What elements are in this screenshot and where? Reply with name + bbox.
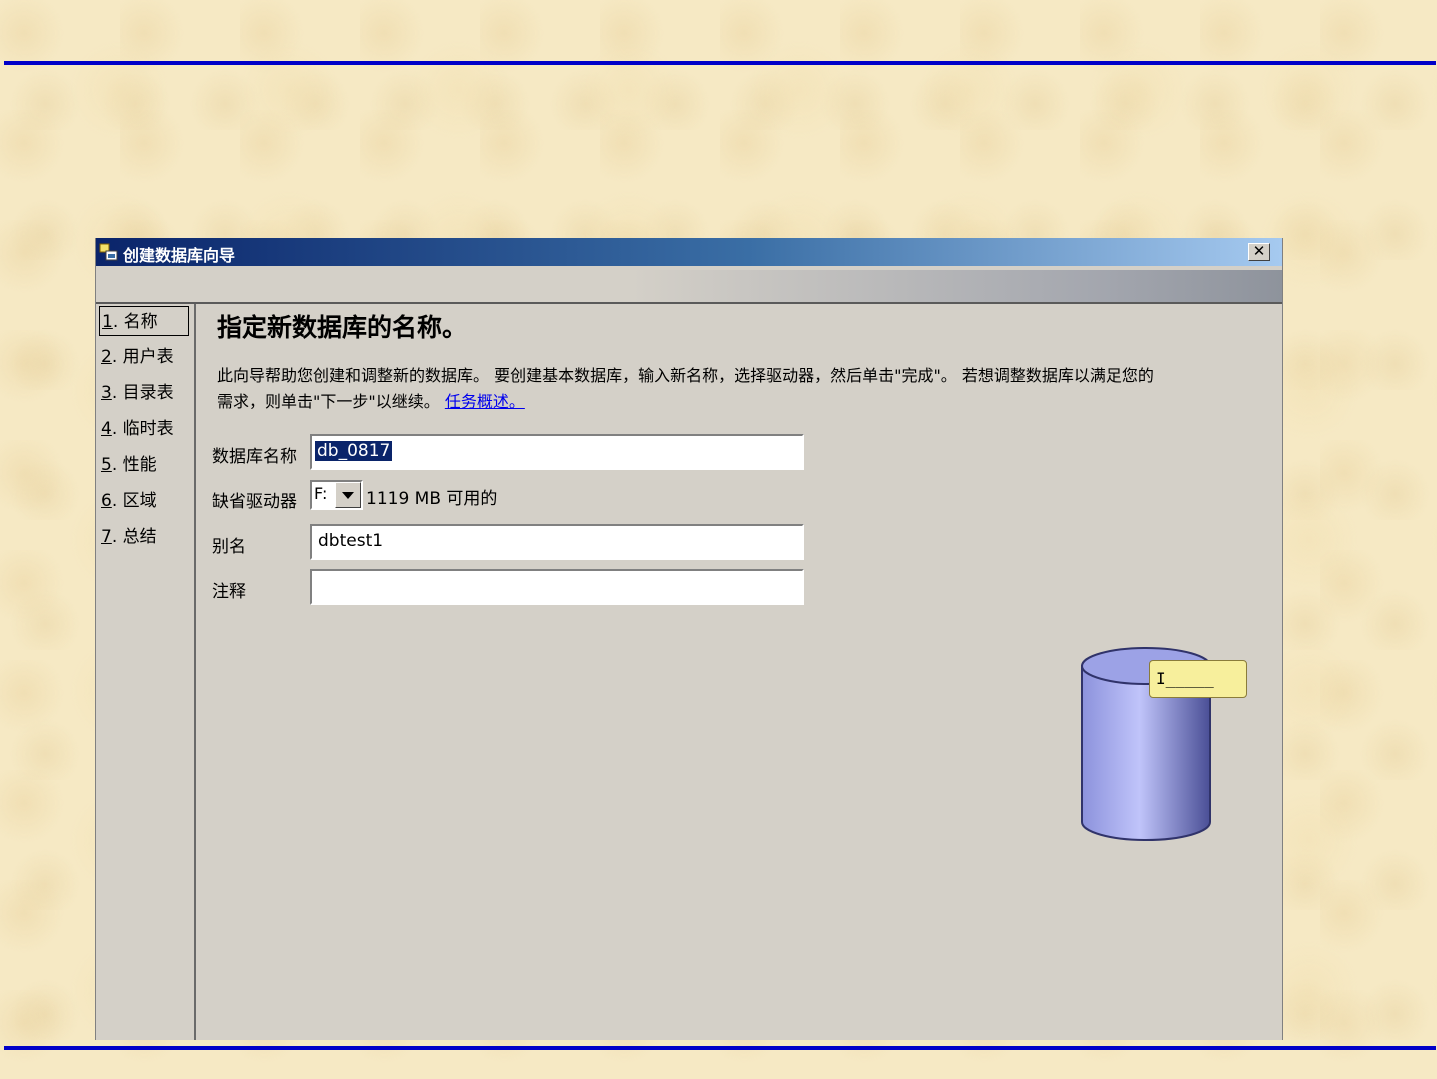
task-overview-link[interactable]: 任务概述。 [445,392,525,411]
bottom-divider-rule [4,1046,1436,1050]
step-number: 1 [102,312,113,332]
step-label: . 目录表 [111,383,174,403]
page-description: 此向导帮助您创建和调整新的数据库。 要创建基本数据库，输入新名称，选择驱动器，然… [217,363,1277,415]
step-temp-tables[interactable]: 4. 临时表 [99,414,189,444]
step-performance[interactable]: 5. 性能 [99,450,189,480]
comment-label: 注释 [212,582,246,602]
step-number: 2 [101,347,112,367]
step-summary[interactable]: 7. 总结 [99,522,189,552]
wizard-icon [99,243,118,261]
step-label: . 性能 [111,455,157,475]
wizard-steps-sidebar: 1. 名称 2. 用户表 3. 目录表 4. 临时表 5. 性能 6. 区域 7… [96,304,196,1040]
step-number: 5 [101,455,112,475]
description-text: 需求，则单击"下一步"以继续。 [217,392,440,411]
step-label: . 临时表 [111,419,174,439]
page-heading: 指定新数据库的名称。 [217,313,468,342]
step-user-tables[interactable]: 2. 用户表 [99,342,189,372]
db-name-input[interactable]: db_0817 [310,434,804,470]
step-number: 7 [101,527,112,547]
step-number: 4 [101,419,112,439]
tooltip-popup: I_____ [1149,660,1247,698]
step-name[interactable]: 1. 名称 [99,306,189,336]
alias-label: 别名 [212,537,246,557]
step-label: . 名称 [112,312,158,332]
title-bar[interactable]: 创建数据库向导 ✕ [96,238,1282,266]
default-drive-label: 缺省驱动器 [212,492,297,512]
drive-select[interactable]: F: [310,480,363,510]
db-name-label: 数据库名称 [212,447,297,467]
db-name-value: db_0817 [315,441,393,461]
step-label: . 总结 [111,527,157,547]
alias-input[interactable]: dbtest1 [310,524,804,560]
step-label: . 区域 [111,491,157,511]
drive-free-space: 1119 MB 可用的 [366,489,498,509]
drive-select-value: F: [314,484,328,503]
close-button[interactable]: ✕ [1248,243,1270,261]
description-line-1: 此向导帮助您创建和调整新的数据库。 要创建基本数据库，输入新名称，选择驱动器，然… [217,366,1154,385]
comment-input[interactable] [310,569,804,605]
description-line-2: 需求，则单击"下一步"以继续。 任务概述。 [217,389,1277,415]
create-database-wizard-dialog: 创建数据库向导 ✕ 1. 名称 2. 用户表 3. 目录表 4. 临时表 5. … [95,238,1283,1040]
step-region[interactable]: 6. 区域 [99,486,189,516]
step-label: . 用户表 [111,347,174,367]
window-title: 创建数据库向导 [123,246,236,265]
dropdown-arrow-icon[interactable] [335,482,361,508]
top-divider-rule [4,61,1436,65]
step-catalog-tables[interactable]: 3. 目录表 [99,378,189,408]
step-number: 6 [101,491,112,511]
step-number: 3 [101,383,112,403]
header-banner [96,270,1282,304]
